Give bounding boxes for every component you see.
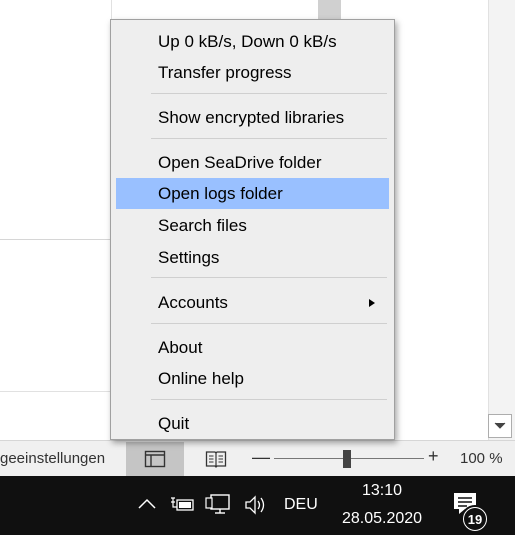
menu-item-transfer-rate[interactable]: Up 0 kB/s, Down 0 kB/s — [116, 26, 389, 57]
menu-item-open-logs-folder[interactable]: Open logs folder — [116, 178, 389, 209]
zoom-slider-thumb[interactable] — [343, 450, 351, 468]
menu-item-settings[interactable]: Settings — [116, 242, 389, 273]
ruler-block — [318, 0, 341, 20]
menu-separator — [151, 93, 387, 94]
menu-item-transfer-progress[interactable]: Transfer progress — [116, 57, 389, 88]
input-language[interactable]: DEU — [284, 496, 318, 514]
submenu-arrow-icon — [369, 299, 375, 307]
document-page — [0, 0, 112, 240]
chevron-up-icon[interactable] — [137, 496, 157, 512]
menu-item-show-encrypted-libraries[interactable]: Show encrypted libraries — [116, 102, 389, 133]
menu-separator — [151, 277, 387, 278]
layout-icon — [144, 450, 166, 468]
book-icon — [205, 451, 227, 468]
chevron-down-icon — [494, 422, 506, 429]
scroll-down-button[interactable] — [488, 414, 512, 438]
menu-item-open-seadrive-folder[interactable]: Open SeaDrive folder — [116, 147, 389, 178]
vertical-scrollbar[interactable] — [488, 0, 515, 440]
status-bar: geeinstellungen — + 100 % — [0, 440, 515, 476]
print-layout-view-button[interactable] — [126, 442, 184, 476]
taskbar: DEU 13:10 28.05.2020 19 — [0, 476, 515, 535]
volume-icon[interactable] — [243, 494, 267, 516]
divider — [0, 391, 112, 392]
menu-separator — [151, 138, 387, 139]
power-icon[interactable] — [169, 494, 195, 514]
menu-item-search-files[interactable]: Search files — [116, 210, 389, 241]
zoom-in-button[interactable]: + — [428, 446, 439, 467]
tray-context-menu: Up 0 kB/s, Down 0 kB/s Transfer progress… — [110, 19, 395, 440]
menu-item-quit[interactable]: Quit — [116, 408, 389, 439]
read-mode-view-button[interactable] — [188, 442, 244, 476]
network-icon[interactable] — [205, 493, 233, 517]
menu-separator — [151, 323, 387, 324]
notification-count: 19 — [464, 508, 486, 530]
clock-date[interactable]: 28.05.2020 — [333, 510, 431, 528]
clock-time[interactable]: 13:10 — [340, 482, 424, 500]
menu-item-about[interactable]: About — [116, 332, 389, 363]
menu-item-accounts[interactable]: Accounts — [116, 287, 389, 318]
status-text: geeinstellungen — [0, 450, 106, 467]
zoom-out-button[interactable]: — — [252, 447, 270, 468]
menu-item-online-help[interactable]: Online help — [116, 363, 389, 394]
notification-count-badge: 19 — [461, 505, 489, 533]
menu-item-accounts-label: Accounts — [158, 293, 228, 312]
zoom-level[interactable]: 100 % — [460, 450, 503, 467]
menu-separator — [151, 399, 387, 400]
